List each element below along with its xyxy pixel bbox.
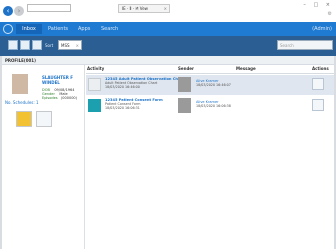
address-bar[interactable] bbox=[27, 4, 71, 12]
browser-titlebar: ‹ › IE · Ⅱ · 🗎 Vew × – □ × ⚙ bbox=[0, 0, 336, 22]
sort-label[interactable]: Sort bbox=[45, 43, 53, 48]
nav-apps[interactable]: Apps bbox=[78, 26, 90, 32]
patient-document-icon[interactable] bbox=[16, 111, 32, 127]
header-divider bbox=[86, 73, 334, 74]
tab-close-icon[interactable]: × bbox=[164, 5, 167, 13]
filter-chip[interactable]: MSS × bbox=[58, 40, 82, 50]
reply-icon[interactable] bbox=[312, 78, 324, 90]
reply-icon[interactable] bbox=[312, 99, 324, 111]
forward-arrow-icon[interactable]: › bbox=[14, 6, 24, 16]
main-content: PROFILE(001) SLAUGHTER F WINDEL DOB 09/0… bbox=[2, 56, 334, 249]
schedules-link[interactable]: No. Schedules: 1 bbox=[5, 100, 39, 105]
app-logo-icon[interactable] bbox=[3, 24, 13, 34]
patient-photo bbox=[12, 74, 28, 94]
sender-avatar bbox=[178, 77, 191, 92]
episodes-label: Episodes bbox=[42, 96, 58, 100]
user-menu[interactable]: (Admin) bbox=[312, 26, 332, 32]
column-header-actions[interactable]: Actions bbox=[312, 65, 329, 73]
sender-date: 18/03/2020 16:46:07 bbox=[196, 83, 231, 87]
column-header-message[interactable]: Message bbox=[236, 65, 256, 73]
forward-icon[interactable] bbox=[36, 111, 52, 127]
patient-panel: SLAUGHTER F WINDEL DOB 09/08/1964 Gender… bbox=[2, 65, 85, 249]
patient-episodes-row: Episodes (000000) bbox=[42, 96, 77, 100]
patient-name[interactable]: SLAUGHTER F WINDEL bbox=[42, 75, 82, 85]
activity-date: 18/03/2020 16:46:00 bbox=[105, 85, 140, 89]
document-stack-icon[interactable] bbox=[20, 40, 30, 50]
filter-value: MSS bbox=[61, 43, 70, 48]
sender-avatar bbox=[178, 98, 191, 113]
column-header-sender[interactable]: Sender bbox=[178, 65, 194, 73]
nav-search[interactable]: Search bbox=[101, 26, 118, 32]
filter-close-icon[interactable]: × bbox=[76, 41, 79, 50]
nav-inbox[interactable]: Inbox bbox=[16, 24, 42, 34]
tab-title: IE · Ⅱ · 🗎 Vew bbox=[122, 6, 148, 11]
consent-form-icon bbox=[88, 99, 101, 112]
back-arrow-icon[interactable]: ‹ bbox=[3, 6, 13, 16]
nav-patients[interactable]: Patients bbox=[48, 26, 68, 32]
inbox-toolbar: Sort MSS × Search bbox=[0, 36, 336, 56]
browser-tab[interactable]: IE · Ⅱ · 🗎 Vew × bbox=[118, 4, 170, 13]
activity-date: 18/03/2020 16:06:31 bbox=[105, 106, 140, 110]
search-input[interactable]: Search bbox=[277, 40, 333, 50]
table-row[interactable]: 12345 Adult Patient Observation Chart Ad… bbox=[86, 75, 334, 95]
episodes-value: (000000) bbox=[60, 96, 78, 100]
section-title: PROFILE(001) bbox=[2, 56, 334, 65]
settings-icon[interactable]: ⚙ bbox=[328, 11, 332, 17]
document-icon[interactable] bbox=[8, 40, 18, 50]
app-navbar: Inbox Patients Apps Search (Admin) bbox=[0, 22, 336, 36]
list-view-icon[interactable] bbox=[32, 40, 42, 50]
chart-form-icon bbox=[88, 78, 101, 91]
column-header-activity[interactable]: Activity bbox=[87, 65, 104, 73]
table-row[interactable]: 12345 Patient Consent Form Patient Conse… bbox=[86, 96, 334, 116]
sender-date: 18/03/2020 16:06:38 bbox=[196, 104, 231, 108]
window-controls[interactable]: – □ × bbox=[303, 2, 333, 8]
